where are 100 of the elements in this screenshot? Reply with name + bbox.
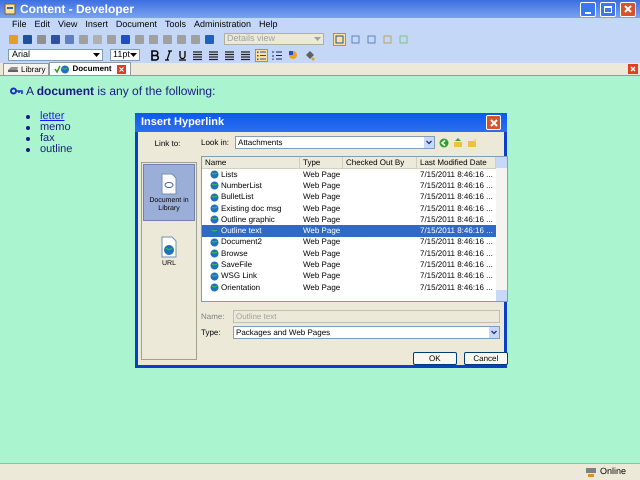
table-cell: Web Page bbox=[303, 180, 340, 190]
layout-icon[interactable] bbox=[365, 32, 378, 46]
table-cell: 7/15/2011 8:46:16 ... bbox=[420, 192, 493, 202]
layout-icon[interactable] bbox=[349, 32, 362, 46]
list-row[interactable]: Existing doc msg Web Page 7/15/2011 8:46:16 ... bbox=[202, 202, 496, 214]
bullet-icon bbox=[26, 114, 30, 118]
app-icon bbox=[4, 3, 16, 15]
list-row[interactable]: BulletList Web Page 7/15/2011 8:46:16 ... bbox=[202, 192, 496, 203]
list-row[interactable]: Document2 Web Page 7/15/2011 8:46:16 ... bbox=[202, 236, 496, 248]
bullet-icon bbox=[26, 126, 30, 130]
menu-item[interactable]: Tools bbox=[164, 20, 186, 29]
menu-item[interactable]: Administration bbox=[194, 20, 251, 29]
close-tab-icon[interactable] bbox=[116, 64, 126, 74]
layout-icon[interactable] bbox=[333, 32, 346, 46]
menu-item[interactable]: Edit bbox=[34, 20, 50, 29]
list-row[interactable]: NumberList Web Page 7/15/2011 8:46:16 ... bbox=[202, 180, 496, 192]
toolbar-icon[interactable] bbox=[50, 34, 61, 44]
list-item-text: outline bbox=[40, 144, 72, 155]
dialog-button[interactable]: Cancel bbox=[464, 352, 508, 365]
toolbar-icon[interactable] bbox=[120, 34, 131, 44]
bullet-list-icon[interactable] bbox=[255, 48, 268, 62]
bullet-icon bbox=[26, 148, 30, 152]
type-dropdown[interactable]: Packages and Web Pages bbox=[233, 326, 500, 339]
link[interactable]: letter bbox=[40, 111, 64, 122]
align-left-icon[interactable] bbox=[191, 48, 204, 62]
globe-icon bbox=[210, 226, 219, 236]
back-icon[interactable] bbox=[439, 138, 449, 148]
list-row[interactable]: WSG Link Web Page 7/15/2011 8:46:16 ... bbox=[202, 270, 496, 282]
list-row[interactable]: Browse Web Page 7/15/2011 8:46:16 ... bbox=[202, 248, 496, 260]
font-dropdown[interactable]: Arial bbox=[8, 49, 103, 61]
list-row[interactable]: SaveFile Web Page 7/15/2011 8:46:16 ... bbox=[202, 259, 496, 271]
status-text: Online bbox=[600, 465, 626, 478]
menu-item[interactable]: File bbox=[12, 20, 27, 29]
table-cell: 7/15/2011 8:46:16 ... bbox=[420, 180, 493, 190]
list-row[interactable]: Orientation Web Page 7/15/2011 8:46:16 ... bbox=[202, 282, 496, 294]
network-icon bbox=[584, 466, 597, 478]
table-cell: Web Page bbox=[303, 214, 340, 224]
close-button[interactable] bbox=[620, 2, 636, 16]
table-cell: SaveFile bbox=[221, 259, 252, 272]
color-icon[interactable] bbox=[287, 48, 300, 62]
look-in-dropdown[interactable]: Attachments bbox=[235, 136, 435, 149]
table-cell: NumberList bbox=[221, 180, 262, 192]
column-header[interactable]: Type bbox=[300, 157, 343, 168]
close-pane-button[interactable] bbox=[628, 64, 638, 74]
menu-item[interactable]: View bbox=[58, 20, 78, 29]
column-header[interactable]: Name bbox=[202, 157, 300, 168]
table-cell: Document2 bbox=[221, 236, 262, 248]
align-right-icon[interactable] bbox=[223, 48, 236, 62]
caret-icon bbox=[93, 53, 100, 57]
table-cell: Existing doc msg bbox=[221, 202, 282, 215]
globe-icon bbox=[210, 238, 219, 247]
up-folder-icon[interactable] bbox=[453, 138, 463, 148]
table-cell: 7/15/2011 8:46:16 ... bbox=[420, 260, 493, 270]
scrollbar[interactable] bbox=[496, 157, 507, 301]
font-size-dropdown[interactable]: 11pt bbox=[110, 49, 140, 61]
menu-item[interactable]: Help bbox=[258, 20, 278, 29]
menu-item[interactable]: Insert bbox=[85, 20, 108, 29]
tab[interactable]: Document bbox=[49, 62, 131, 75]
bold-icon[interactable] bbox=[149, 50, 160, 60]
list-row[interactable]: Outline text Web Page 7/15/2011 8:46:16 ... bbox=[202, 225, 496, 237]
type-label: Type: bbox=[201, 326, 222, 338]
globe-icon bbox=[210, 204, 219, 214]
globe-document-icon bbox=[160, 236, 178, 258]
table-cell: Web Page bbox=[303, 170, 340, 179]
caret-icon bbox=[130, 53, 137, 57]
look-in-label: Look in: bbox=[201, 136, 230, 148]
toolbar-icon[interactable] bbox=[64, 34, 75, 44]
maximize-button[interactable] bbox=[600, 2, 616, 16]
list-row[interactable]: Outline graphic Web Page 7/15/2011 8:46:16 ... bbox=[202, 214, 496, 226]
link-to-label: Link to: bbox=[154, 138, 180, 150]
toolbar-icon[interactable] bbox=[22, 34, 33, 44]
globe-icon bbox=[210, 170, 219, 180]
close-button[interactable] bbox=[486, 115, 501, 130]
underline-icon[interactable] bbox=[177, 50, 188, 60]
dialog-button[interactable]: OK bbox=[412, 352, 457, 365]
close-icon bbox=[490, 118, 498, 126]
toolbar-icon[interactable] bbox=[204, 34, 215, 44]
globe-icon bbox=[210, 215, 219, 224]
justify-icon[interactable] bbox=[239, 48, 252, 62]
menu-item[interactable]: Document bbox=[116, 20, 157, 29]
table-cell: Outline text bbox=[221, 225, 262, 238]
table-cell: 7/15/2011 8:46:16 ... bbox=[420, 170, 493, 179]
numbered-list-icon[interactable] bbox=[271, 48, 284, 62]
table-cell: Outline graphic bbox=[221, 214, 275, 226]
table-cell: 7/15/2011 8:46:16 ... bbox=[420, 237, 493, 246]
list-row[interactable]: Lists Web Page 7/15/2011 8:46:16 ... bbox=[202, 169, 496, 180]
globe-icon bbox=[210, 181, 219, 190]
bullet-icon bbox=[26, 136, 30, 140]
italic-icon[interactable] bbox=[163, 50, 174, 60]
tab[interactable]: Library bbox=[3, 63, 50, 75]
table-cell: Browse bbox=[221, 248, 248, 260]
column-header[interactable]: Checked Out By bbox=[343, 157, 417, 168]
minimize-button[interactable] bbox=[580, 2, 596, 16]
table-cell: Web Page bbox=[303, 192, 340, 202]
globe-check-icon bbox=[54, 64, 70, 74]
table-cell: WSG Link bbox=[221, 270, 258, 282]
caret-icon bbox=[314, 37, 321, 41]
align-center-icon[interactable] bbox=[207, 48, 220, 62]
toolbar-icon[interactable] bbox=[36, 34, 47, 44]
key-icon bbox=[10, 86, 23, 96]
